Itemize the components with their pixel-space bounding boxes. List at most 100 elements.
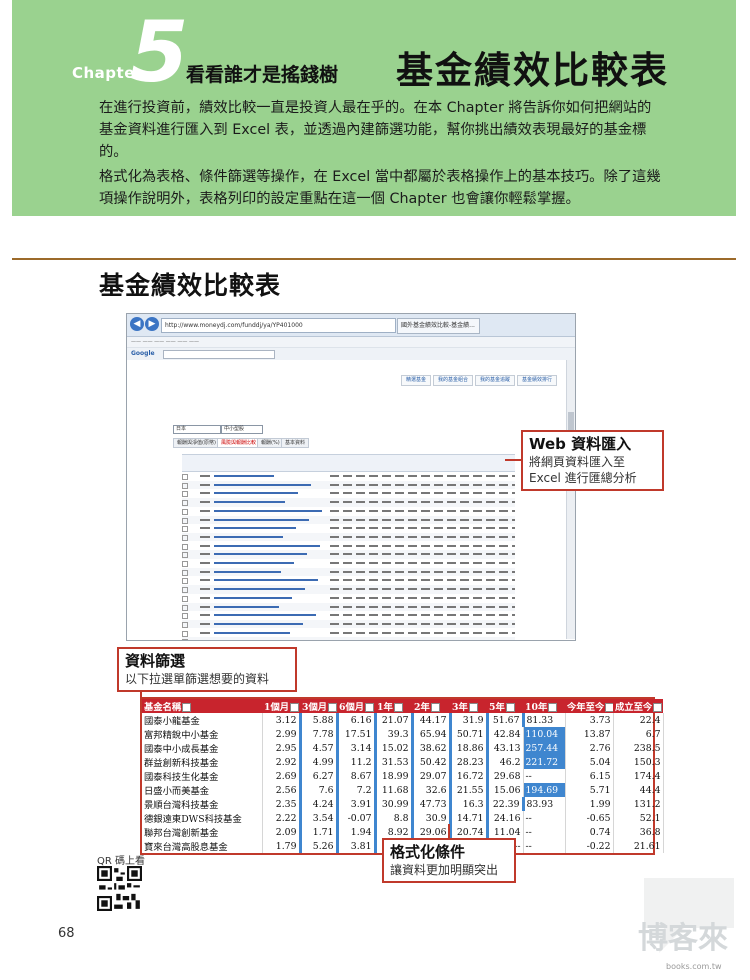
row-checkbox[interactable]: [182, 639, 188, 640]
row-checkbox[interactable]: [182, 526, 188, 533]
category-select[interactable]: 中小型股: [221, 425, 263, 434]
row-checkbox[interactable]: [182, 630, 188, 637]
column-header[interactable]: 1個月: [262, 699, 300, 713]
result-row[interactable]: [182, 472, 515, 481]
row-fund-link[interactable]: [214, 562, 294, 564]
row-checkbox[interactable]: [182, 500, 188, 507]
result-row[interactable]: [182, 507, 515, 516]
qr-code-icon[interactable]: [97, 866, 142, 911]
column-header[interactable]: 1年: [375, 699, 412, 713]
row-fund-link[interactable]: [214, 509, 322, 512]
row-checkbox[interactable]: [182, 587, 188, 594]
row-fund-link[interactable]: [214, 535, 283, 538]
result-tab[interactable]: 報酬與淨值(原幣): [173, 438, 220, 448]
row-checkbox[interactable]: [182, 482, 188, 489]
result-row[interactable]: [182, 524, 515, 533]
filter-dropdown-icon[interactable]: [548, 703, 558, 712]
column-header[interactable]: 今年至今: [565, 699, 613, 713]
site-tab[interactable]: 基金績效排行: [517, 375, 558, 386]
column-header[interactable]: 基金名稱: [142, 699, 262, 713]
result-row[interactable]: [182, 567, 515, 577]
result-row[interactable]: [182, 619, 515, 629]
result-row[interactable]: [182, 611, 515, 620]
row-checkbox[interactable]: [182, 561, 188, 567]
column-header[interactable]: 2年: [412, 699, 450, 713]
filter-dropdown-icon[interactable]: [182, 703, 192, 712]
filter-dropdown-icon[interactable]: [605, 703, 613, 712]
row-fund-link[interactable]: [214, 553, 307, 556]
result-row[interactable]: [182, 602, 515, 612]
result-row[interactable]: [182, 585, 515, 594]
row-checkbox[interactable]: [182, 517, 188, 524]
row-checkbox[interactable]: [182, 543, 188, 550]
row-fund-link[interactable]: [214, 605, 279, 608]
row-fund-link[interactable]: [214, 614, 316, 617]
row-fund-link[interactable]: [214, 475, 274, 477]
column-header[interactable]: 成立至今: [613, 699, 663, 713]
site-tab[interactable]: 精選基金: [401, 375, 432, 386]
filter-dropdown-icon[interactable]: [653, 703, 663, 712]
site-tab[interactable]: 我的基金組合: [433, 375, 474, 386]
row-fund-link[interactable]: [214, 596, 292, 599]
row-checkbox[interactable]: [182, 578, 188, 585]
address-bar[interactable]: http://www.moneydj.com/funddj/ya/YP40100…: [161, 318, 396, 333]
result-row[interactable]: [182, 532, 515, 542]
column-header[interactable]: 3年: [450, 699, 487, 713]
filter-dropdown-icon[interactable]: [290, 703, 300, 712]
row-fund-link[interactable]: [214, 483, 311, 486]
row-fund-link[interactable]: [214, 492, 298, 495]
forward-icon[interactable]: ▶: [145, 317, 159, 331]
result-row[interactable]: [182, 480, 515, 490]
result-row[interactable]: [182, 515, 515, 525]
row-checkbox[interactable]: [182, 595, 188, 602]
region-select[interactable]: 日本: [173, 425, 221, 434]
row-fund-link[interactable]: [214, 622, 303, 625]
row-fund-link[interactable]: [214, 631, 290, 634]
row-fund-link[interactable]: [214, 588, 305, 591]
row-checkbox[interactable]: [182, 474, 188, 480]
browser-tab[interactable]: 國外基金績效比較-基金績...: [397, 318, 480, 334]
result-tab[interactable]: 基本資料: [281, 438, 310, 448]
result-row[interactable]: [182, 576, 515, 585]
result-row[interactable]: [182, 498, 515, 507]
row-checkbox[interactable]: [182, 508, 188, 515]
result-row[interactable]: [182, 489, 515, 498]
result-row[interactable]: [182, 550, 515, 559]
column-header[interactable]: 3個月: [300, 699, 337, 713]
result-row[interactable]: [182, 594, 515, 603]
value-cell: 51.67: [485, 713, 524, 727]
result-tab[interactable]: 報酬(%): [257, 438, 284, 448]
filter-dropdown-icon[interactable]: [365, 703, 375, 712]
column-header[interactable]: 5年: [487, 699, 523, 713]
filter-dropdown-icon[interactable]: [328, 703, 337, 712]
row-checkbox[interactable]: [182, 534, 188, 541]
row-fund-link[interactable]: [214, 570, 281, 573]
row-checkbox[interactable]: [182, 604, 188, 611]
column-header[interactable]: 6個月: [337, 699, 375, 713]
result-row[interactable]: [182, 559, 515, 568]
result-row[interactable]: [182, 637, 515, 641]
row-fund-link[interactable]: [214, 579, 318, 582]
row-checkbox[interactable]: [182, 569, 188, 576]
row-checkbox[interactable]: [182, 491, 188, 498]
row-fund-link[interactable]: [214, 527, 296, 530]
result-row[interactable]: [182, 629, 515, 638]
filter-dropdown-icon[interactable]: [393, 703, 403, 712]
row-fund-link[interactable]: [214, 544, 320, 547]
google-search-box[interactable]: [163, 350, 275, 359]
row-fund-link[interactable]: [214, 518, 309, 521]
row-fund-link[interactable]: [214, 640, 277, 641]
result-tab[interactable]: 風險與報酬比較: [217, 438, 261, 448]
row-fund-link[interactable]: [214, 501, 285, 504]
filter-dropdown-icon[interactable]: [505, 703, 515, 712]
row-checkbox[interactable]: [182, 552, 188, 559]
site-tab[interactable]: 我的基金追蹤: [475, 375, 516, 386]
filter-dropdown-icon[interactable]: [468, 703, 478, 712]
scrollbar[interactable]: [566, 360, 575, 639]
row-checkbox[interactable]: [182, 621, 188, 628]
back-icon[interactable]: ◀: [130, 317, 144, 331]
row-checkbox[interactable]: [182, 613, 188, 620]
result-row[interactable]: [182, 542, 515, 551]
filter-dropdown-icon[interactable]: [430, 703, 440, 712]
column-header[interactable]: 10年: [523, 699, 565, 713]
